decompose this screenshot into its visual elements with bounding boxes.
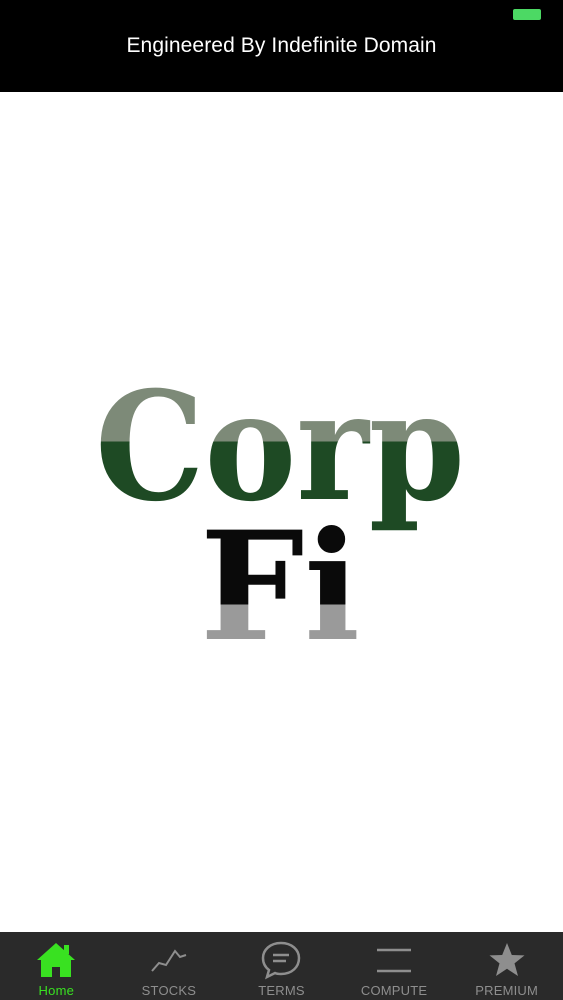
battery-icon — [513, 9, 541, 20]
tab-compute[interactable]: COMPUTE — [338, 932, 451, 1000]
trend-line-icon — [147, 940, 191, 980]
tab-label-home: Home — [38, 983, 75, 998]
tab-premium[interactable]: PREMIUM — [450, 932, 563, 1000]
header-bar: Engineered By Indefinite Domain — [0, 0, 563, 92]
tab-label-stocks: STOCKS — [141, 983, 197, 998]
main-content: Corp Fi — [0, 92, 563, 932]
page-title: Engineered By Indefinite Domain — [126, 34, 437, 57]
tab-bar: Home STOCKS TERMS COMPUTE PREMIUM — [0, 932, 563, 1000]
house-icon — [34, 940, 78, 980]
tab-stocks[interactable]: STOCKS — [113, 932, 226, 1000]
logo-word-fi: Fi — [200, 499, 360, 647]
menu-lines-icon — [372, 940, 416, 980]
tab-label-premium: PREMIUM — [475, 983, 539, 998]
star-icon — [485, 940, 529, 980]
tab-home[interactable]: Home — [0, 932, 113, 1000]
speech-bubble-icon — [259, 940, 303, 980]
corpfi-logo: Corp Fi — [95, 377, 465, 647]
tab-label-compute: COMPUTE — [360, 983, 428, 998]
app-screen: Engineered By Indefinite Domain Corp Fi … — [0, 0, 563, 1000]
tab-terms[interactable]: TERMS — [225, 932, 338, 1000]
tab-label-terms: TERMS — [258, 983, 305, 998]
